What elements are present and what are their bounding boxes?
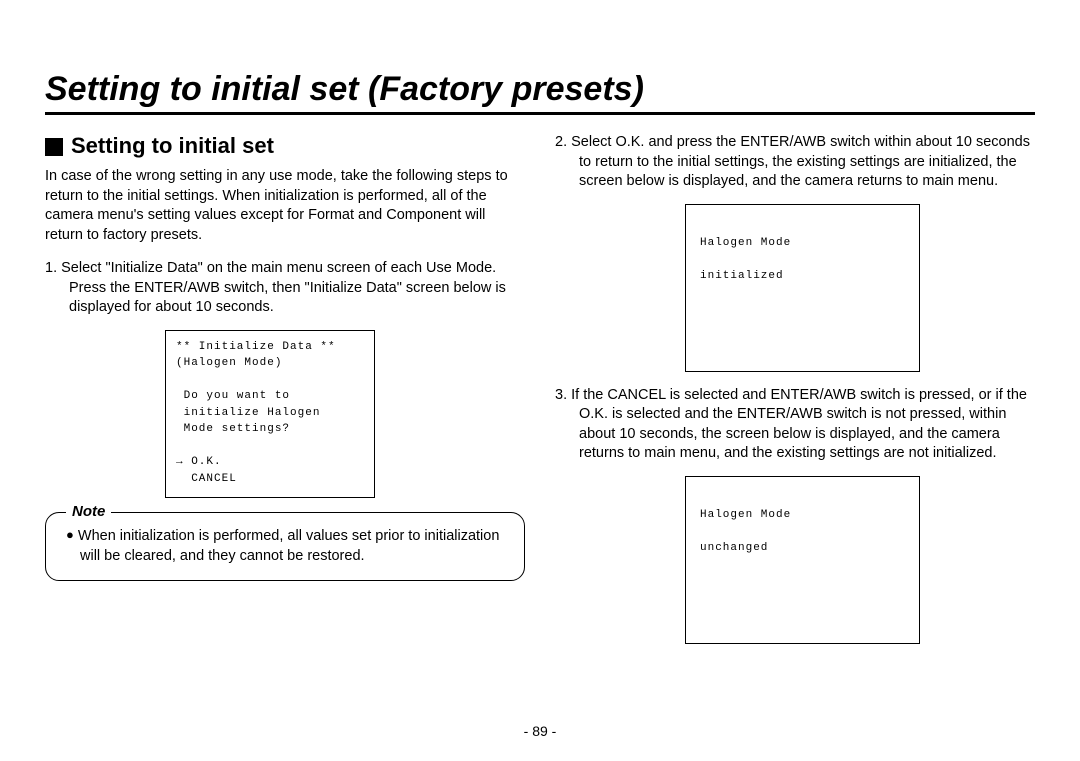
step-2-text: Select O.K. and press the ENTER/AWB swit… xyxy=(571,134,1030,189)
step-1: 1. Select "Initialize Data" on the main … xyxy=(45,259,525,318)
square-marker-icon xyxy=(45,138,63,156)
step-2: 2. Select O.K. and press the ENTER/AWB s… xyxy=(555,133,1035,192)
step-1-number: 1. xyxy=(45,260,57,276)
intro-paragraph: In case of the wrong setting in any use … xyxy=(45,167,525,245)
step-1-text: Select "Initialize Data" on the main men… xyxy=(61,260,506,315)
note-box: Note ● When initialization is performed,… xyxy=(45,512,525,581)
section-heading: Setting to initial set xyxy=(45,133,525,159)
note-label: Note xyxy=(66,502,111,522)
step-3-number: 3. xyxy=(555,387,567,403)
two-column-layout: Setting to initial set In case of the wr… xyxy=(45,133,1035,658)
step-3-text: If the CANCEL is selected and ENTER/AWB … xyxy=(571,387,1027,462)
bullet-icon: ● xyxy=(66,527,74,542)
step-3: 3. If the CANCEL is selected and ENTER/A… xyxy=(555,386,1035,464)
screen-initialize-data: ** Initialize Data ** (Halogen Mode) Do … xyxy=(165,330,375,498)
page-number: - 89 - xyxy=(0,723,1080,739)
screen-initialized: Halogen Mode initialized xyxy=(685,204,920,372)
right-column: 2. Select O.K. and press the ENTER/AWB s… xyxy=(555,133,1035,658)
page-title: Setting to initial set (Factory presets) xyxy=(45,70,1035,115)
note-text: When initialization is performed, all va… xyxy=(78,528,500,564)
step-2-number: 2. xyxy=(555,134,567,150)
section-heading-text: Setting to initial set xyxy=(71,133,274,159)
left-column: Setting to initial set In case of the wr… xyxy=(45,133,525,658)
screen-unchanged: Halogen Mode unchanged xyxy=(685,476,920,644)
note-item: ● When initialization is performed, all … xyxy=(64,527,506,566)
